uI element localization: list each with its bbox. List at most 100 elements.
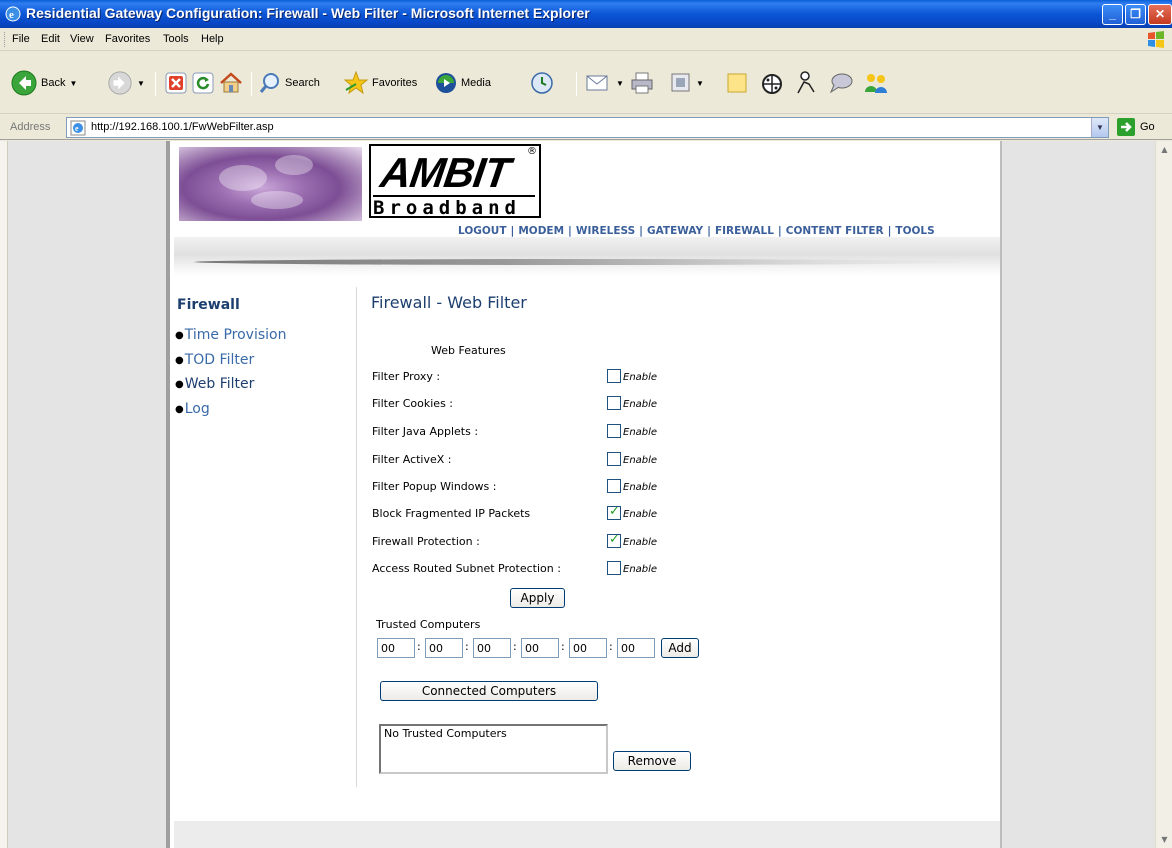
sidebar-item-tod-filter[interactable]: ●TOD Filter — [175, 352, 254, 368]
nav-modem[interactable]: MODEM — [518, 225, 564, 237]
nav-separator: | — [510, 225, 515, 237]
sidebar-item-time-provision[interactable]: ●Time Provision — [175, 327, 286, 343]
home-button[interactable] — [219, 52, 243, 114]
media-button[interactable]: Media — [434, 52, 491, 114]
scroll-down-icon[interactable]: ▼ — [1156, 831, 1172, 848]
registered-mark: ® — [527, 146, 537, 157]
chat-button[interactable] — [828, 52, 854, 114]
mail-dropdown-icon[interactable]: ▼ — [616, 79, 624, 88]
refresh-button[interactable] — [192, 52, 214, 114]
search-icon — [259, 73, 279, 93]
logo-text: AMBIT — [377, 149, 513, 196]
menu-tools[interactable]: Tools — [163, 33, 189, 45]
page-footer — [174, 821, 1000, 848]
menu-edit[interactable]: Edit — [41, 33, 60, 45]
stop-button[interactable] — [165, 52, 187, 114]
mac-separator: : — [561, 640, 565, 653]
access-routed-subnet-checkbox[interactable] — [607, 561, 621, 575]
list-item[interactable]: No Trusted Computers — [384, 727, 603, 740]
back-button[interactable]: Back ▼ — [10, 52, 77, 114]
address-input[interactable]: e http://192.168.100.1/FwWebFilter.asp ▼ — [66, 117, 1109, 138]
print-button[interactable] — [630, 52, 654, 114]
trusted-computers-list[interactable]: No Trusted Computers — [379, 724, 608, 774]
nav-tools[interactable]: TOOLS — [895, 225, 934, 237]
viewport-left-edge — [0, 141, 8, 848]
filter-cookies-checkbox[interactable] — [607, 396, 621, 410]
minimize-button[interactable]: _ — [1102, 4, 1123, 25]
address-dropdown-icon[interactable]: ▼ — [1091, 118, 1108, 137]
section-label: Web Features — [431, 344, 506, 357]
bullet-icon: ● — [175, 354, 184, 366]
media-label: Media — [461, 77, 491, 89]
close-button[interactable]: ✕ — [1148, 4, 1172, 25]
toolbar-separator — [576, 72, 577, 96]
menu-help[interactable]: Help — [201, 33, 224, 45]
menu-view[interactable]: View — [70, 33, 94, 45]
sidebar-title: Firewall — [177, 297, 240, 313]
feature-label: Filter Proxy : — [372, 370, 441, 383]
favorites-button[interactable]: Favorites — [343, 52, 417, 114]
vertical-scrollbar[interactable]: ▲ ▼ — [1155, 141, 1172, 848]
firewall-protection-checkbox[interactable] — [607, 532, 621, 548]
sidebar-item-log[interactable]: ●Log — [175, 401, 210, 417]
globe-banner-image — [179, 147, 362, 221]
ambit-logo: AMBIT ® Broadband — [369, 144, 541, 219]
edit-button[interactable]: ▼ — [670, 52, 704, 114]
add-button[interactable]: Add — [661, 638, 699, 658]
mail-button[interactable]: ▼ — [586, 52, 624, 114]
back-dropdown-icon[interactable]: ▼ — [69, 79, 77, 88]
mac-field-3[interactable] — [473, 638, 511, 658]
feature-label: Firewall Protection : — [372, 535, 480, 548]
mac-field-1[interactable] — [377, 638, 415, 658]
messenger-button[interactable] — [794, 52, 820, 114]
chat-bubble-icon — [829, 73, 853, 94]
feature-label: Access Routed Subnet Protection : — [372, 562, 561, 575]
remove-button[interactable]: Remove — [613, 751, 691, 771]
go-arrow-icon[interactable] — [1117, 118, 1135, 136]
nav-content-filter[interactable]: CONTENT FILTER — [786, 225, 884, 237]
windows-flag-icon — [1148, 31, 1164, 48]
filter-proxy-checkbox[interactable] — [607, 369, 621, 383]
nav-logout[interactable]: LOGOUT — [458, 225, 506, 237]
mac-field-5[interactable] — [569, 638, 607, 658]
forward-button[interactable]: ▼ — [107, 52, 145, 114]
scroll-up-icon[interactable]: ▲ — [1156, 141, 1172, 158]
go-button[interactable]: Go — [1140, 121, 1155, 133]
favorites-label: Favorites — [372, 77, 418, 89]
feature-label: Filter Java Applets : — [372, 425, 479, 438]
trusted-computers-label: Trusted Computers — [376, 618, 481, 631]
search-button[interactable]: Search — [258, 52, 320, 114]
apply-button[interactable]: Apply — [510, 588, 565, 608]
nav-firewall[interactable]: FIREWALL — [715, 225, 774, 237]
enable-label: Enable — [623, 482, 658, 493]
mac-field-2[interactable] — [425, 638, 463, 658]
mac-separator: : — [465, 640, 469, 653]
discuss-button[interactable] — [725, 52, 749, 114]
menu-favorites[interactable]: Favorites — [105, 33, 150, 45]
window-title-bar[interactable]: e Residential Gateway Configuration: Fir… — [0, 0, 1172, 28]
filter-java-applets-checkbox[interactable] — [607, 424, 621, 438]
sidebar-item-web-filter[interactable]: ●Web Filter — [175, 376, 254, 392]
mac-field-4[interactable] — [521, 638, 559, 658]
media-icon — [436, 73, 456, 93]
forward-dropdown-icon[interactable]: ▼ — [137, 79, 145, 88]
menu-file[interactable]: File — [12, 33, 30, 45]
sidebar-item-label: Web Filter — [184, 376, 255, 392]
back-label: Back — [41, 77, 66, 89]
research-button[interactable] — [759, 52, 785, 114]
filter-popup-windows-checkbox[interactable] — [607, 479, 621, 493]
block-fragmented-ip-checkbox[interactable] — [607, 504, 621, 520]
filter-activex-checkbox[interactable] — [607, 452, 621, 466]
nav-wireless[interactable]: WIRELESS — [576, 225, 635, 237]
maximize-button[interactable]: ❐ — [1125, 4, 1146, 25]
nav-gateway[interactable]: GATEWAY — [647, 225, 703, 237]
print-icon — [631, 72, 653, 94]
contacts-button[interactable] — [862, 52, 890, 114]
search-label: Search — [285, 77, 320, 89]
menu-bar: File Edit View Favorites Tools Help — [0, 28, 1172, 51]
mac-field-6[interactable] — [617, 638, 655, 658]
sidebar-item-label: Time Provision — [184, 327, 287, 343]
history-button[interactable] — [530, 52, 554, 114]
connected-computers-button[interactable]: Connected Computers — [380, 681, 598, 701]
edit-dropdown-icon[interactable]: ▼ — [696, 79, 704, 88]
